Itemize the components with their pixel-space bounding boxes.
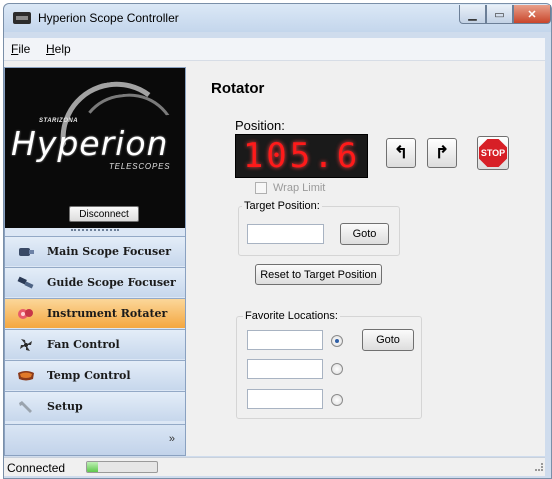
target-goto-button[interactable]: Goto (340, 223, 389, 245)
focuser-icon (19, 247, 34, 256)
stop-sign-icon: STOP (479, 139, 507, 167)
status-progress (86, 461, 158, 473)
favorite-2-radio[interactable] (331, 363, 343, 375)
rotator-icon (18, 308, 33, 319)
nav-label: Guide Scope Focuser (47, 276, 176, 289)
favorite-3-radio[interactable] (331, 394, 343, 406)
maximize-icon: ▭ (494, 8, 505, 21)
panel-title: Rotator (211, 80, 265, 97)
menu-file[interactable]: File (11, 42, 30, 56)
nav-guide-scope-focuser[interactable]: Guide Scope Focuser (5, 267, 185, 297)
wrap-limit-label: Wrap Limit (273, 182, 326, 194)
logo-panel: STARIZONA Hyperion TELESCOPES Disconnect (5, 68, 185, 228)
favorite-3-input[interactable] (247, 389, 323, 409)
nav-label: Main Scope Focuser (47, 245, 172, 258)
favorite-2-input[interactable] (247, 359, 323, 379)
favorites-label: Favorite Locations: (243, 310, 340, 322)
nav-label: Instrument Rotater (47, 307, 168, 320)
maximize-button[interactable]: ▭ (486, 5, 513, 24)
nav-footer: » (5, 424, 185, 455)
splitter-grip[interactable] (71, 229, 119, 232)
close-icon: ✕ (527, 8, 537, 21)
close-button[interactable]: ✕ (513, 5, 551, 24)
position-value: 105.6 (242, 136, 361, 176)
menu-bar: File Help (4, 38, 545, 60)
rotate-left-arrow-icon: ↰ (393, 143, 409, 162)
menu-file-label: ile (18, 42, 31, 56)
minimize-button[interactable]: ▁ (459, 5, 486, 24)
target-position-input[interactable] (247, 224, 324, 244)
menu-help-accesskey: H (46, 42, 55, 56)
window-title: Hyperion Scope Controller (38, 11, 179, 25)
logo-sub: TELESCOPES (109, 162, 171, 171)
target-position-label: Target Position: (242, 200, 322, 212)
nav-label: Fan Control (47, 338, 120, 351)
wrench-icon (19, 400, 32, 413)
logo-name: Hyperion (11, 124, 169, 163)
status-bar: Connected (4, 457, 545, 476)
favorites-goto-button[interactable]: Goto (362, 329, 414, 351)
status-progress-fill (87, 462, 98, 472)
position-display: 105.6 (235, 134, 368, 178)
nav-label: Setup (47, 400, 83, 413)
nav-instrument-rotater[interactable]: Instrument Rotater (5, 298, 185, 328)
app-icon (13, 12, 31, 24)
nav-label: Temp Control (47, 369, 131, 382)
menu-help-label: elp (54, 42, 71, 56)
reset-to-target-button[interactable]: Reset to Target Position (255, 264, 382, 285)
rotate-cw-button[interactable]: ↱ (427, 138, 457, 168)
rotate-right-arrow-icon: ↱ (434, 143, 450, 162)
menu-help[interactable]: Help (46, 42, 71, 56)
nav-main-scope-focuser[interactable]: Main Scope Focuser (5, 236, 185, 266)
disconnect-button[interactable]: Disconnect (69, 206, 139, 222)
wrap-limit-option[interactable]: Wrap Limit (255, 182, 325, 194)
rotator-panel: Rotator Position: 105.6 ↰ ↱ STOP Wrap Li… (190, 67, 545, 456)
resize-grip-icon[interactable] (535, 463, 543, 471)
minimize-icon: ▁ (468, 8, 477, 21)
wrap-limit-checkbox[interactable] (255, 182, 267, 194)
favorite-1-input[interactable] (247, 330, 323, 350)
status-text: Connected (7, 461, 66, 475)
nav-fan-control[interactable]: Fan Control (5, 329, 185, 359)
expand-chevron-icon[interactable]: » (169, 433, 175, 445)
favorite-1-radio[interactable] (331, 335, 343, 347)
sidebar: STARIZONA Hyperion TELESCOPES Disconnect… (4, 67, 186, 456)
title-bar: Hyperion Scope Controller ▁ ▭ ✕ (4, 4, 551, 32)
guide-focuser-icon (17, 276, 34, 289)
heater-icon (18, 370, 34, 380)
nav-setup[interactable]: Setup (5, 391, 185, 421)
stop-button[interactable]: STOP (477, 136, 509, 170)
nav-temp-control[interactable]: Temp Control (5, 360, 185, 390)
position-label: Position: (235, 118, 285, 133)
fan-icon (20, 338, 32, 351)
rotate-ccw-button[interactable]: ↰ (386, 138, 416, 168)
